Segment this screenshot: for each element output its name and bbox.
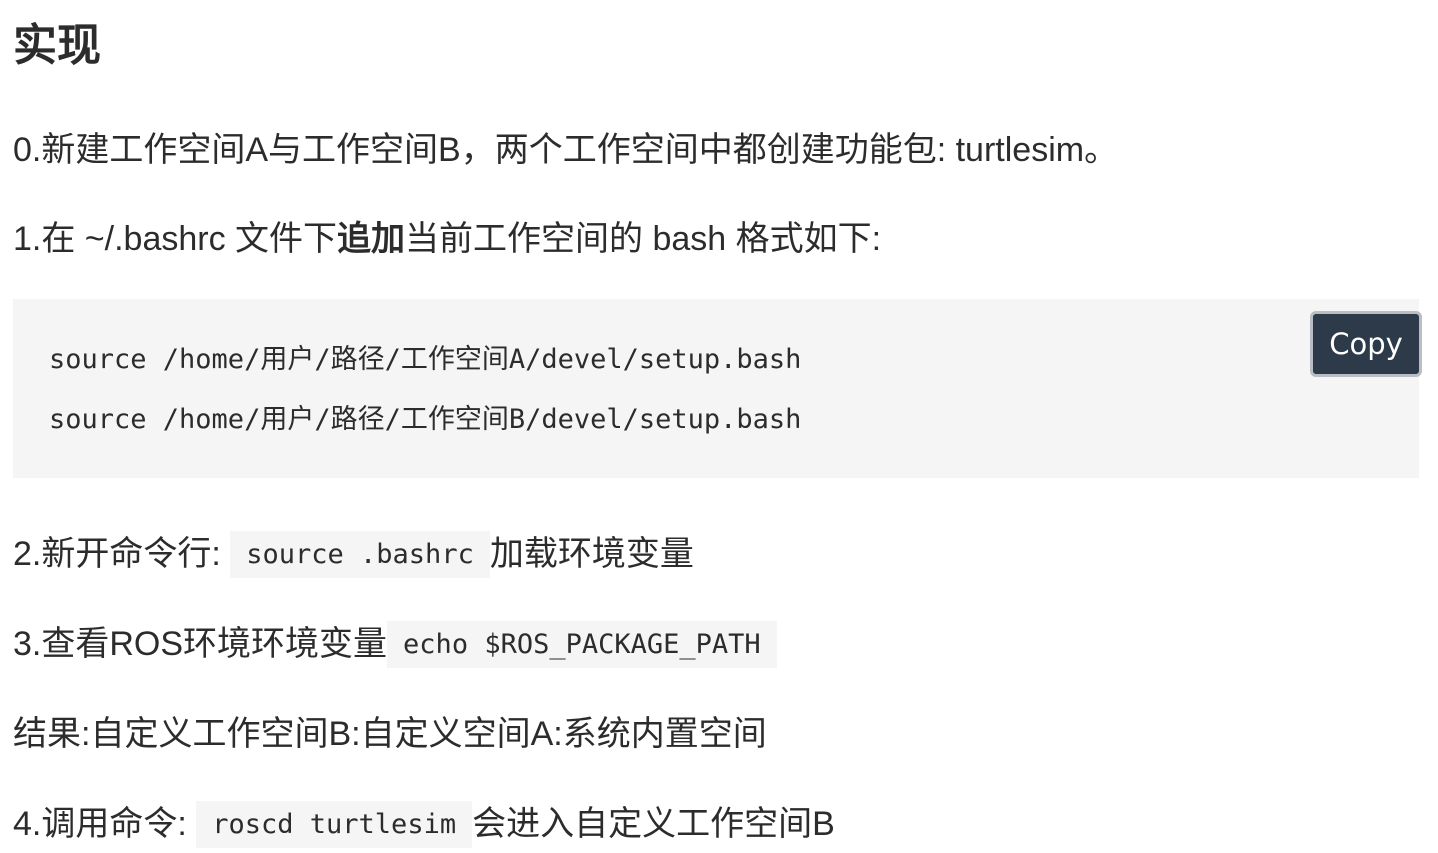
bashrc-code-block: source /home/用户/路径/工作空间A/devel/setup.bas… xyxy=(13,299,1422,478)
inline-code: roscd turtlesim xyxy=(196,801,473,848)
inline-code: echo $ROS_PACKAGE_PATH xyxy=(387,621,777,668)
section-heading: 实现 xyxy=(13,21,101,70)
step-1-suffix: 当前工作空间的 bash 格式如下: xyxy=(405,220,882,258)
code-line: source /home/用户/路径/工作空间A/devel/setup.bas… xyxy=(49,344,802,375)
code-line: source /home/用户/路径/工作空间B/devel/setup.bas… xyxy=(49,404,802,435)
step-0-paragraph: 0.新建工作空间A与工作空间B，两个工作空间中都创建功能包: turtlesim… xyxy=(13,131,1119,169)
step-1-bold-text: 追加 xyxy=(337,220,406,258)
step-3-prefix: 3.查看ROS环境环境变量 xyxy=(13,625,388,663)
step-4-prefix: 4.调用命令: xyxy=(13,805,197,843)
step-2-paragraph: 2.新开命令行: source .bashrc 加载环境变量 xyxy=(13,531,694,578)
result-paragraph: 结果:自定义工作空间B:自定义空间A:系统内置空间 xyxy=(13,715,767,753)
step-2-prefix: 2.新开命令行: xyxy=(13,535,231,573)
step-2-suffix: 加载环境变量 xyxy=(489,535,694,573)
copy-button[interactable]: Copy xyxy=(1310,311,1422,377)
inline-code: source .bashrc xyxy=(230,531,490,578)
step-4-paragraph: 4.调用命令: roscd turtlesim 会进入自定义工作空间B xyxy=(13,801,835,848)
step-1-prefix: 1.在 ~/.bashrc 文件下 xyxy=(13,220,338,258)
step-1-paragraph: 1.在 ~/.bashrc 文件下追加当前工作空间的 bash 格式如下: xyxy=(13,216,881,262)
step-3-paragraph: 3.查看ROS环境环境变量 echo $ROS_PACKAGE_PATH xyxy=(13,621,777,668)
step-4-suffix: 会进入自定义工作空间B xyxy=(472,805,835,843)
